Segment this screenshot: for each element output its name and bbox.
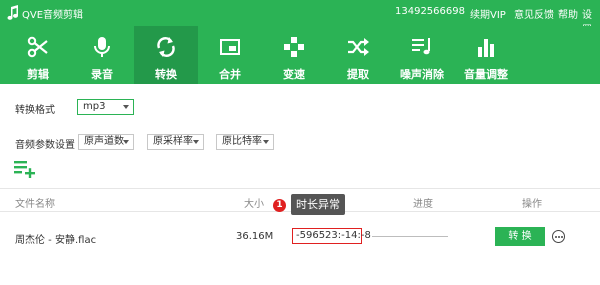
convert-icon [157,37,175,57]
bitrate-select-value: 原比特率 [222,136,262,147]
chevron-down-icon [193,140,199,144]
feedback-link[interactable]: 意见反馈 [514,6,554,21]
tool-noise-removal-label: 噪声消除 [400,68,444,81]
chevron-down-icon [123,105,129,109]
merge-icon [220,39,240,55]
format-select-value: mp3 [83,101,106,112]
format-select[interactable]: mp3 [77,99,134,115]
header-actions: 操作 [522,199,542,210]
tool-cut[interactable]: 剪辑 [6,26,70,84]
bitrate-select[interactable]: 原比特率 [216,134,274,150]
tool-speed[interactable]: 变速 [262,26,326,84]
tool-record[interactable]: 录音 [70,26,134,84]
channels-select[interactable]: 原声道数 [78,134,134,150]
noise-removal-icon [412,38,430,55]
microphone-icon [94,37,110,57]
samplerate-select-value: 原采样率 [153,136,193,147]
tool-speed-label: 变速 [283,68,305,81]
account-phone[interactable]: 13492566698 [395,6,465,17]
header-filename: 文件名称 [15,199,55,210]
main-toolbar: 剪辑 录音 转换 合并 变速 提取 噪声消除 音量调整 [0,26,600,84]
speed-icon [284,37,304,57]
renew-vip-link[interactable]: 续期VIP [470,6,506,21]
tool-convert[interactable]: 转换 [134,26,198,84]
tool-volume-label: 音量调整 [464,68,508,81]
header-size: 大小 [244,199,264,210]
progress-bar [372,236,448,237]
convert-button[interactable]: 转 换 [495,227,545,246]
volume-icon [478,39,494,57]
row-duration: -596523:-14:-8 [292,228,371,244]
chevron-down-icon [123,140,129,144]
annotation-tooltip: 时长异常 [291,194,345,215]
help-link[interactable]: 帮助 [558,6,578,21]
extract-icon [348,38,369,56]
tool-cut-label: 剪辑 [27,68,49,81]
more-options-icon[interactable] [552,230,565,243]
format-label: 转换格式 [15,105,55,116]
tool-noise-removal[interactable]: 噪声消除 [390,26,454,84]
chevron-down-icon [263,140,269,144]
scissors-icon [27,36,48,58]
row-filename: 周杰伦 - 安静.flac [15,235,97,246]
samplerate-select[interactable]: 原采样率 [147,134,204,150]
audio-params-label: 音频参数设置 [15,140,75,151]
title-bar: QVE音频剪辑 13492566698 续期VIP 意见反馈 帮助 设置 [0,0,600,36]
tool-volume[interactable]: 音量调整 [454,26,518,84]
annotation-badge: 1 [273,199,286,212]
app-title: QVE音频剪辑 [22,10,84,21]
header-progress: 进度 [413,199,433,210]
add-files-icon[interactable] [14,160,36,178]
tool-convert-label: 转换 [155,68,177,81]
tool-extract[interactable]: 提取 [326,26,390,84]
tool-merge-label: 合并 [219,68,241,81]
tool-merge[interactable]: 合并 [198,26,262,84]
music-note-icon [7,5,18,20]
tool-extract-label: 提取 [347,68,369,81]
channels-select-value: 原声道数 [84,136,124,147]
tool-record-label: 录音 [91,68,113,81]
row-size: 36.16M [236,231,274,242]
